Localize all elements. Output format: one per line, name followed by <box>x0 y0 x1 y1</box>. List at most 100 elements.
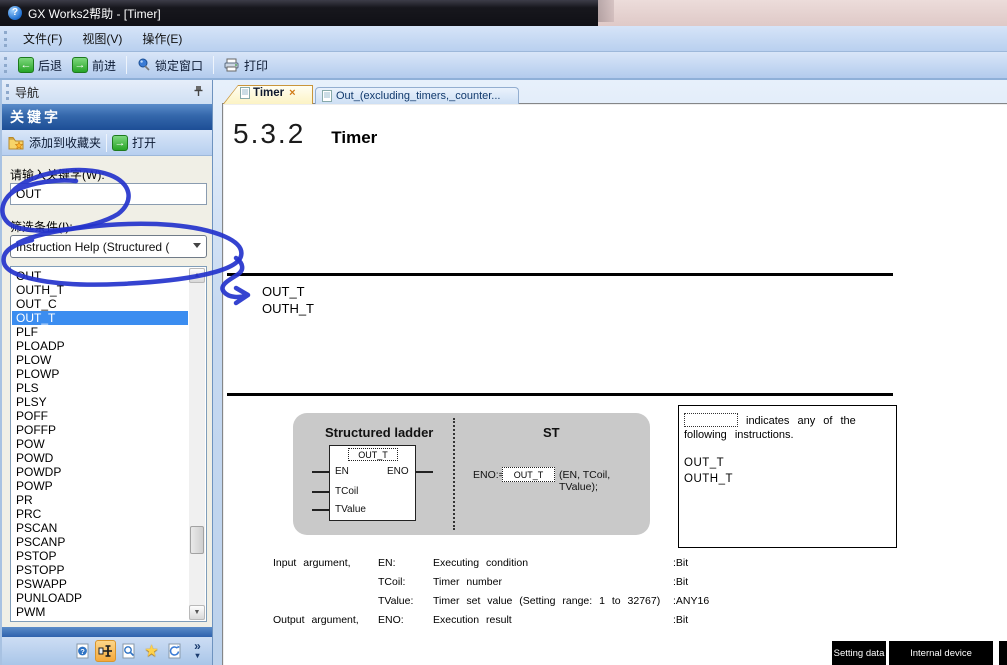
list-item[interactable]: OUT_T <box>12 311 188 325</box>
tab-label: Timer <box>253 87 284 99</box>
list-item[interactable]: PLS <box>12 381 188 395</box>
history-page-icon[interactable] <box>164 640 185 662</box>
list-item[interactable]: PLF <box>12 325 188 339</box>
scroll-up-icon[interactable]: ▲ <box>189 268 205 283</box>
st-title: ST <box>543 425 560 440</box>
argument-name: TCoil: <box>378 576 433 588</box>
argument-name: EN: <box>378 557 433 569</box>
st-suffix: (EN, TCoil, TValue); <box>559 469 650 493</box>
argument-description: Timer set value (Setting range: 1 to 327… <box>433 595 673 607</box>
keyword-panel-title: 关键字 <box>2 104 212 130</box>
horizontal-rule <box>227 273 893 276</box>
list-item[interactable]: PLOW <box>12 353 188 367</box>
list-item[interactable]: PWM <box>12 605 188 619</box>
list-item[interactable]: POW <box>12 437 188 451</box>
list-item[interactable]: PLOADP <box>12 339 188 353</box>
internal-device-tab: Internal device <box>889 641 993 665</box>
lock-window-button[interactable]: 锁定窗口 <box>132 55 208 76</box>
search-page-icon[interactable] <box>118 640 139 662</box>
app-window: ? GX Works2帮助 - [Timer] 文件(F)视图(V)操作(E) … <box>0 0 1007 665</box>
back-button[interactable]: ← 后退 <box>13 55 67 76</box>
keyword-input[interactable] <box>10 183 207 205</box>
list-item[interactable]: PR <box>12 493 188 507</box>
window-title: GX Works2帮助 - [Timer] <box>28 5 161 22</box>
list-item[interactable]: POWP <box>12 479 188 493</box>
favorites-star-icon[interactable]: ★ <box>141 640 162 662</box>
instruction-name: OUTH_T <box>262 300 314 317</box>
tab-timer[interactable]: Timer × <box>223 85 313 104</box>
argument-row: Input argument, EN: Executing condition … <box>273 557 709 569</box>
list-item[interactable]: POWD <box>12 451 188 465</box>
argument-description: Execution result <box>433 614 673 626</box>
keyword-search-icon[interactable] <box>95 640 116 662</box>
list-item[interactable]: PLOWP <box>12 367 188 381</box>
menu-item[interactable]: 操作(E) <box>132 26 192 51</box>
list-item[interactable]: PRC <box>12 507 188 521</box>
dotted-placeholder-box <box>684 413 738 427</box>
arguments-table: Input argument, EN: Executing condition … <box>273 557 709 633</box>
separator <box>213 56 214 74</box>
keyword-listbox: OUTOUTH_TOUT_COUT_TPLFPLOADPPLOWPLOWPPLS… <box>10 266 207 622</box>
menu-item[interactable]: 视图(V) <box>72 26 132 51</box>
list-item[interactable]: POFF <box>12 409 188 423</box>
scrollbar-thumb[interactable] <box>190 526 204 554</box>
title-bar: ? GX Works2帮助 - [Timer] <box>0 0 598 26</box>
forward-arrow-icon: → <box>72 57 88 73</box>
list-item[interactable]: PSCAN <box>12 521 188 535</box>
doc-bottom-tabs: Setting data Internal device <box>832 641 1007 665</box>
argument-group: Input argument, <box>273 557 378 569</box>
list-item[interactable]: OUT <box>12 269 188 283</box>
tab-out-excluding-timers[interactable]: Out_(excluding_timers,_counter... <box>315 87 519 104</box>
favorites-toolbar: 添加到收藏夹 → 打开 <box>2 130 212 156</box>
add-favorite-button[interactable]: 添加到收藏夹 <box>2 134 101 151</box>
toolbar-grip[interactable] <box>4 57 7 73</box>
list-item[interactable]: PSCANP <box>12 535 188 549</box>
separator <box>126 56 127 74</box>
separator <box>106 134 107 152</box>
folder-star-icon <box>8 136 25 150</box>
list-item[interactable]: PUNLOADP <box>12 591 188 605</box>
menu-item[interactable]: 文件(F) <box>13 26 72 51</box>
list-scrollbar[interactable]: ▲ ▼ <box>189 268 205 620</box>
argument-type: :Bit <box>673 614 709 626</box>
forward-button[interactable]: → 前进 <box>67 55 121 76</box>
list-item[interactable]: PSTOPP <box>12 563 188 577</box>
panel-splitter[interactable]: ········· <box>2 627 212 637</box>
scroll-down-icon[interactable]: ▼ <box>189 605 205 620</box>
svg-text:?: ? <box>80 647 85 656</box>
argument-type: :Bit <box>673 576 709 588</box>
pin-en: EN <box>335 466 349 477</box>
list-item[interactable]: OUTH_T <box>12 283 188 297</box>
list-item[interactable]: OUT_C <box>12 297 188 311</box>
diagram-divider <box>453 418 455 530</box>
printer-icon <box>224 58 240 72</box>
list-item[interactable]: POWDP <box>12 465 188 479</box>
filter-dropdown[interactable]: Instruction Help (Structured ( <box>10 235 207 258</box>
argument-description: Executing condition <box>433 557 673 569</box>
navigation-sidebar: 导航 关键字 添加到收藏夹 → 打开 请输入关键字(W): 筛选条件(I): I… <box>0 80 213 665</box>
panel-grip[interactable] <box>6 84 9 100</box>
list-item[interactable]: POFFP <box>12 423 188 437</box>
print-button[interactable]: 打印 <box>219 55 273 76</box>
open-button[interactable]: → 打开 <box>112 134 156 151</box>
page-icon <box>240 87 250 99</box>
toolbar-grip[interactable] <box>4 31 7 47</box>
contents-help-icon[interactable]: ? <box>72 640 93 662</box>
argument-group <box>273 595 378 607</box>
list-item[interactable]: PLSY <box>12 395 188 409</box>
tab-close-icon[interactable]: × <box>289 87 295 99</box>
argument-group <box>273 576 378 588</box>
keyword-input-label: 请输入关键字(W): <box>10 166 105 183</box>
note-text: indicates any of the following instructi… <box>684 413 891 442</box>
help-app-icon: ? <box>8 6 22 20</box>
list-item[interactable]: PSTOP <box>12 549 188 563</box>
desktop-background <box>598 0 1007 26</box>
overflow-chevron-icon[interactable]: »▾ <box>187 640 208 662</box>
nav-title: 导航 <box>15 84 39 101</box>
sidebar-icon-bar: ? ★ »▾ <box>2 637 212 665</box>
list-item[interactable]: PSWAPP <box>12 577 188 591</box>
st-function-name: OUT_T <box>502 467 555 482</box>
argument-group: Output argument, <box>273 614 378 626</box>
page-icon <box>322 90 332 102</box>
pin-panel-icon[interactable] <box>193 85 204 97</box>
